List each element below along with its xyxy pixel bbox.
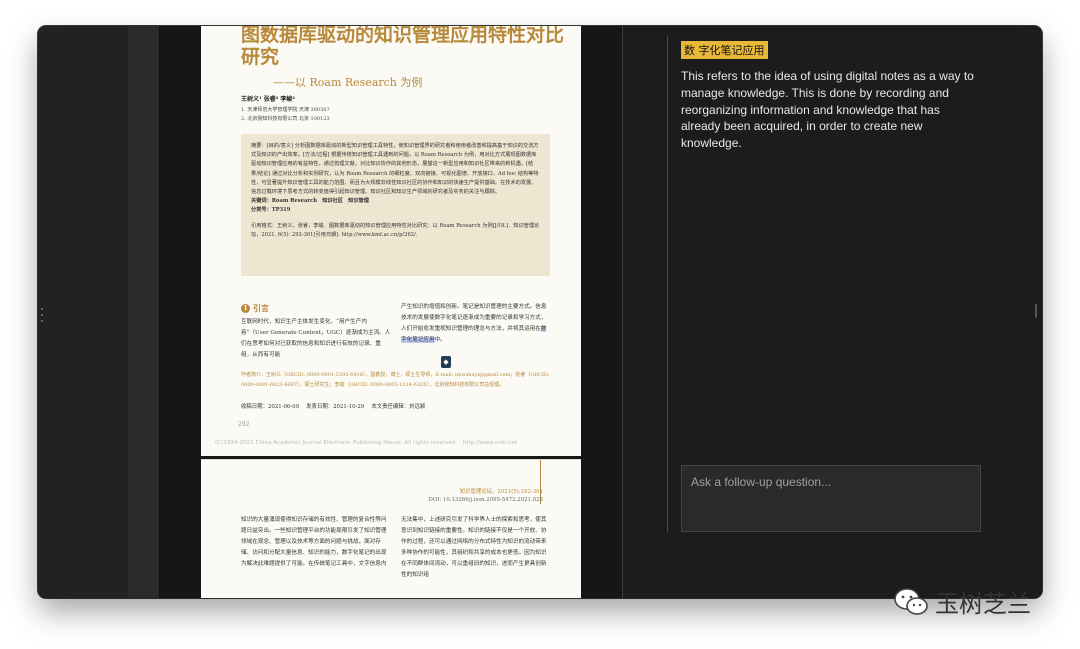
author-info: 作者简介：王树义（ORCID: 0000-0001-5395-6416），副教授… [241, 372, 550, 388]
classification: 分类号：TP319 [251, 207, 291, 214]
panel-rule [667, 36, 668, 532]
published-date: 发表日期：2021-10-29 [306, 404, 365, 410]
right-resize-handle[interactable] [1035, 304, 1037, 318]
paper-title: 图数据库驱动的知识管理应用特性对比研究 [241, 26, 565, 68]
received-date: 收稿日期：2021-06-09 [241, 404, 300, 410]
keywords: 关键词：Roam Research 知识社区 知识管理 [251, 198, 369, 205]
body-text-tail: 中。 [434, 337, 446, 343]
wechat-icon [893, 587, 929, 617]
logo-icon[interactable]: ◆ [441, 356, 451, 368]
abstract-box: 摘要：[目的/意义] 分析图数据库驱动的新型知识管理工具特性，使知识管理界的研究… [241, 134, 550, 276]
watermark-text: 玉树芝兰 [935, 590, 1031, 618]
affiliation-2: 2. 北京我知科技有限公司 北京 100123 [241, 116, 330, 122]
citation: 引用格式：王树义，张睿，李峻．图数据库驱动的知识管理应用特性对比研究：以 Roa… [251, 222, 540, 238]
section-number: 1 [241, 304, 250, 313]
pdf-page-2[interactable]: 知识管理论坛，2021(5):292-301 DOI: 10.13266/j.i… [201, 459, 581, 598]
selected-term-tag: 数 字化笔记应用 [681, 41, 768, 59]
page2-column-right: 无法集中，上述研究引发了科学界人士的探索和思考，使其意识到知识链接的重要性。知识… [401, 517, 547, 578]
page-number: 292 [238, 421, 250, 428]
paper-subtitle: ——以 Roam Research 为例 [273, 76, 423, 89]
follow-up-input[interactable]: Ask a follow-up question... [681, 465, 981, 532]
section-title: 引言 [253, 303, 269, 313]
page2-doi: DOI: 10.13266/j.issn.2095-5472.2021.028 [428, 497, 543, 503]
page2-column-left: 知识的大量涌现使得知识存储的有效性、管理的复合性等问题日益突出。一些知识管理平台… [241, 517, 387, 567]
copyright-line: (C)1994-2021 China Academic Journal Elec… [215, 440, 518, 446]
paper-authors: 王树义¹ 张睿² 李峻² [241, 96, 296, 103]
body-column-left: 互联网时代，知识生产主体发生变化，“用户生产内容”（User Generate … [241, 319, 391, 358]
dates-line: 收稿日期：2021-06-09 发表日期：2021-10-29 本文责任编辑：刘… [241, 402, 425, 410]
left-gutter [38, 26, 128, 598]
sidebar-strip [128, 26, 160, 598]
body-text: 产生知识的增值和创新。笔记是知识管理的主要方式。信息技术的发展使数字化笔记逐渐成… [401, 304, 547, 332]
editor: 本文责任编辑：刘远颖 [371, 404, 426, 410]
abstract-text: 摘要：[目的/意义] 分析图数据库驱动的新型知识管理工具特性，使知识管理界的研究… [251, 143, 539, 196]
explanation-text: This refers to the idea of using digital… [681, 69, 974, 151]
section-heading: 1 引言 [241, 303, 269, 314]
watermark: 玉树芝兰 [893, 584, 1031, 619]
pdf-page-1[interactable]: 图数据库驱动的知识管理应用特性对比研究 ——以 Roam Research 为例… [201, 26, 581, 456]
body-column-right: 产生知识的增值和创新。笔记是知识管理的主要方式。信息技术的发展使数字化笔记逐渐成… [401, 302, 551, 346]
page2-journal: 知识管理论坛，2021(5):292-301 [459, 489, 543, 495]
affiliation-1: 1. 天津师范大学管理学院 天津 300387 [241, 107, 330, 113]
left-resize-handle[interactable] [40, 308, 44, 322]
